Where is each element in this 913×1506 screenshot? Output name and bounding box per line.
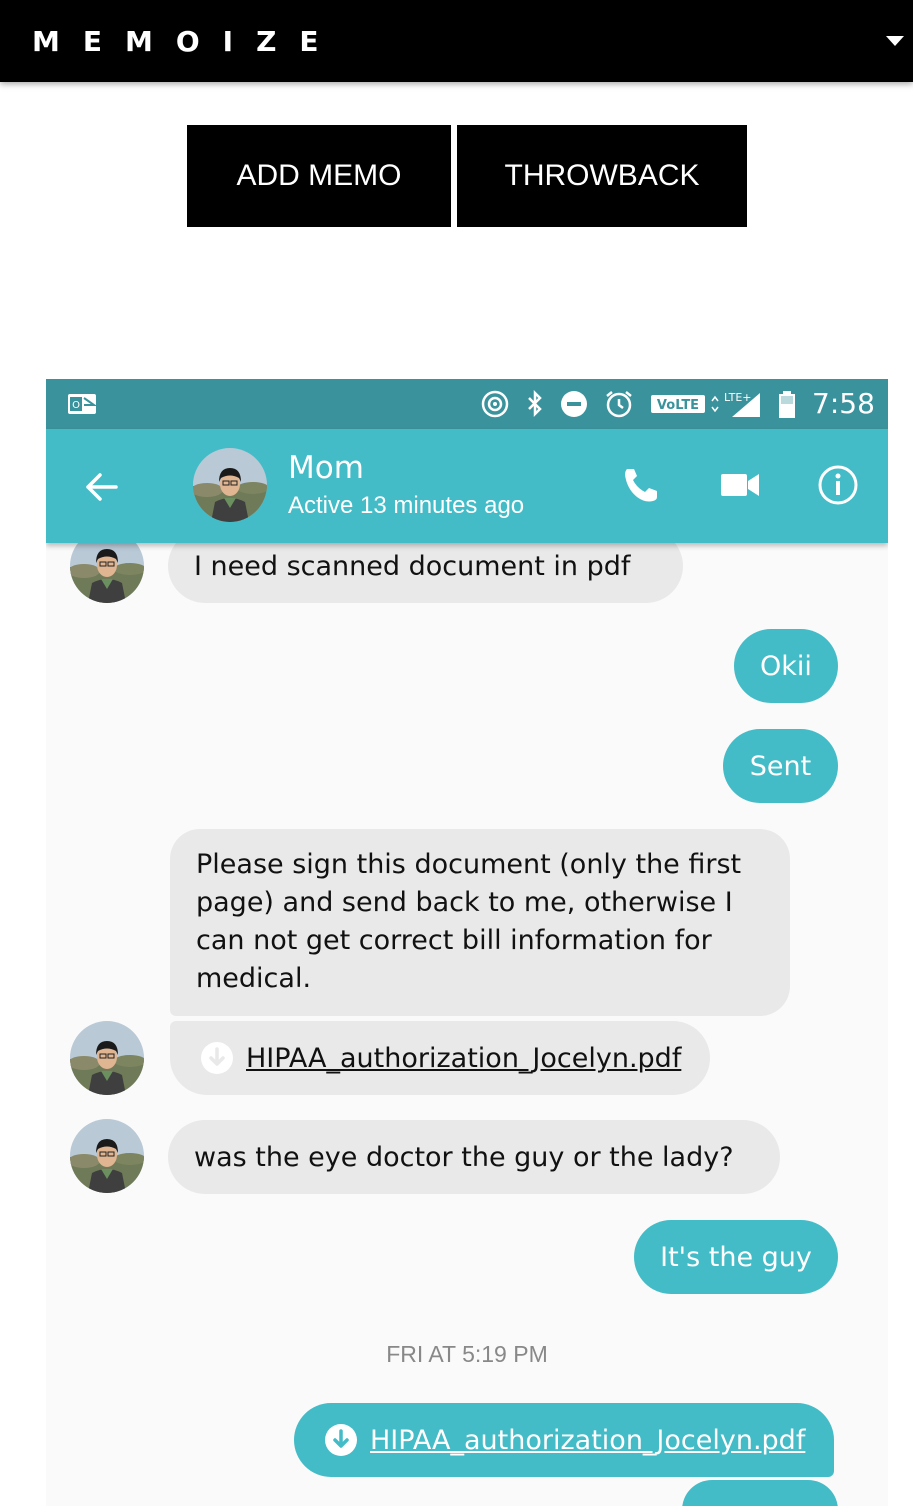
battery-icon	[779, 391, 795, 418]
volte-icon: VoLTE	[651, 395, 705, 413]
attachment-link[interactable]: HIPAA_authorization_Jocelyn.pdf	[246, 1043, 681, 1074]
message-bubble-incoming[interactable]: Please sign this document (only the firs…	[170, 829, 790, 1016]
download-icon	[201, 1042, 233, 1074]
hotspot-icon	[481, 390, 509, 418]
sender-avatar	[70, 1021, 144, 1095]
info-icon[interactable]	[816, 463, 860, 507]
outlook-icon: O	[68, 394, 98, 414]
attachment-bubble-incoming[interactable]: HIPAA_authorization_Jocelyn.pdf	[170, 1021, 710, 1095]
caret-down-icon[interactable]	[886, 36, 904, 46]
conversation-header: Mom Active 13 minutes ago	[46, 429, 888, 543]
svg-text:VoLTE: VoLTE	[657, 398, 699, 413]
contact-status: Active 13 minutes ago	[288, 492, 525, 519]
download-icon	[325, 1424, 357, 1456]
date-separator: FRI AT 5:19 PM	[386, 1341, 548, 1367]
do-not-disturb-icon	[561, 391, 587, 417]
brand-logo: MEMOIZE	[32, 25, 342, 58]
svg-text:LTE+: LTE+	[724, 391, 752, 404]
contact-name[interactable]: Mom	[288, 448, 364, 488]
message-bubble-outgoing-partial[interactable]	[682, 1480, 838, 1506]
status-bar: O VoLTE LTE+ 7:58	[46, 379, 888, 429]
app-header: MEMOIZE	[0, 0, 913, 82]
screenshot-frame: O VoLTE LTE+ 7:58 Mom Active 13 minutes …	[46, 379, 888, 1506]
attachment-link[interactable]: HIPAA_authorization_Jocelyn.pdf	[370, 1425, 805, 1456]
message-bubble-outgoing[interactable]: Sent	[723, 729, 838, 803]
phone-call-icon[interactable]	[619, 463, 663, 507]
sender-avatar	[70, 1119, 144, 1193]
add-memo-button[interactable]: ADD MEMO	[187, 125, 451, 227]
throwback-button[interactable]: THROWBACK	[457, 125, 747, 227]
signal-icon: LTE+	[711, 391, 760, 417]
svg-text:O: O	[72, 400, 80, 411]
attachment-bubble-outgoing[interactable]: HIPAA_authorization_Jocelyn.pdf	[294, 1403, 834, 1477]
bluetooth-icon	[528, 389, 542, 418]
video-call-icon[interactable]	[718, 463, 762, 507]
status-time: 7:58	[812, 387, 875, 420]
contact-avatar[interactable]	[193, 448, 267, 522]
message-bubble-outgoing[interactable]: It's the guy	[634, 1220, 838, 1294]
back-arrow-icon[interactable]	[82, 467, 122, 507]
message-bubble-outgoing[interactable]: Okii	[734, 629, 838, 703]
message-bubble-incoming[interactable]: was the eye doctor the guy or the lady?	[168, 1120, 780, 1194]
alarm-icon	[606, 391, 632, 418]
